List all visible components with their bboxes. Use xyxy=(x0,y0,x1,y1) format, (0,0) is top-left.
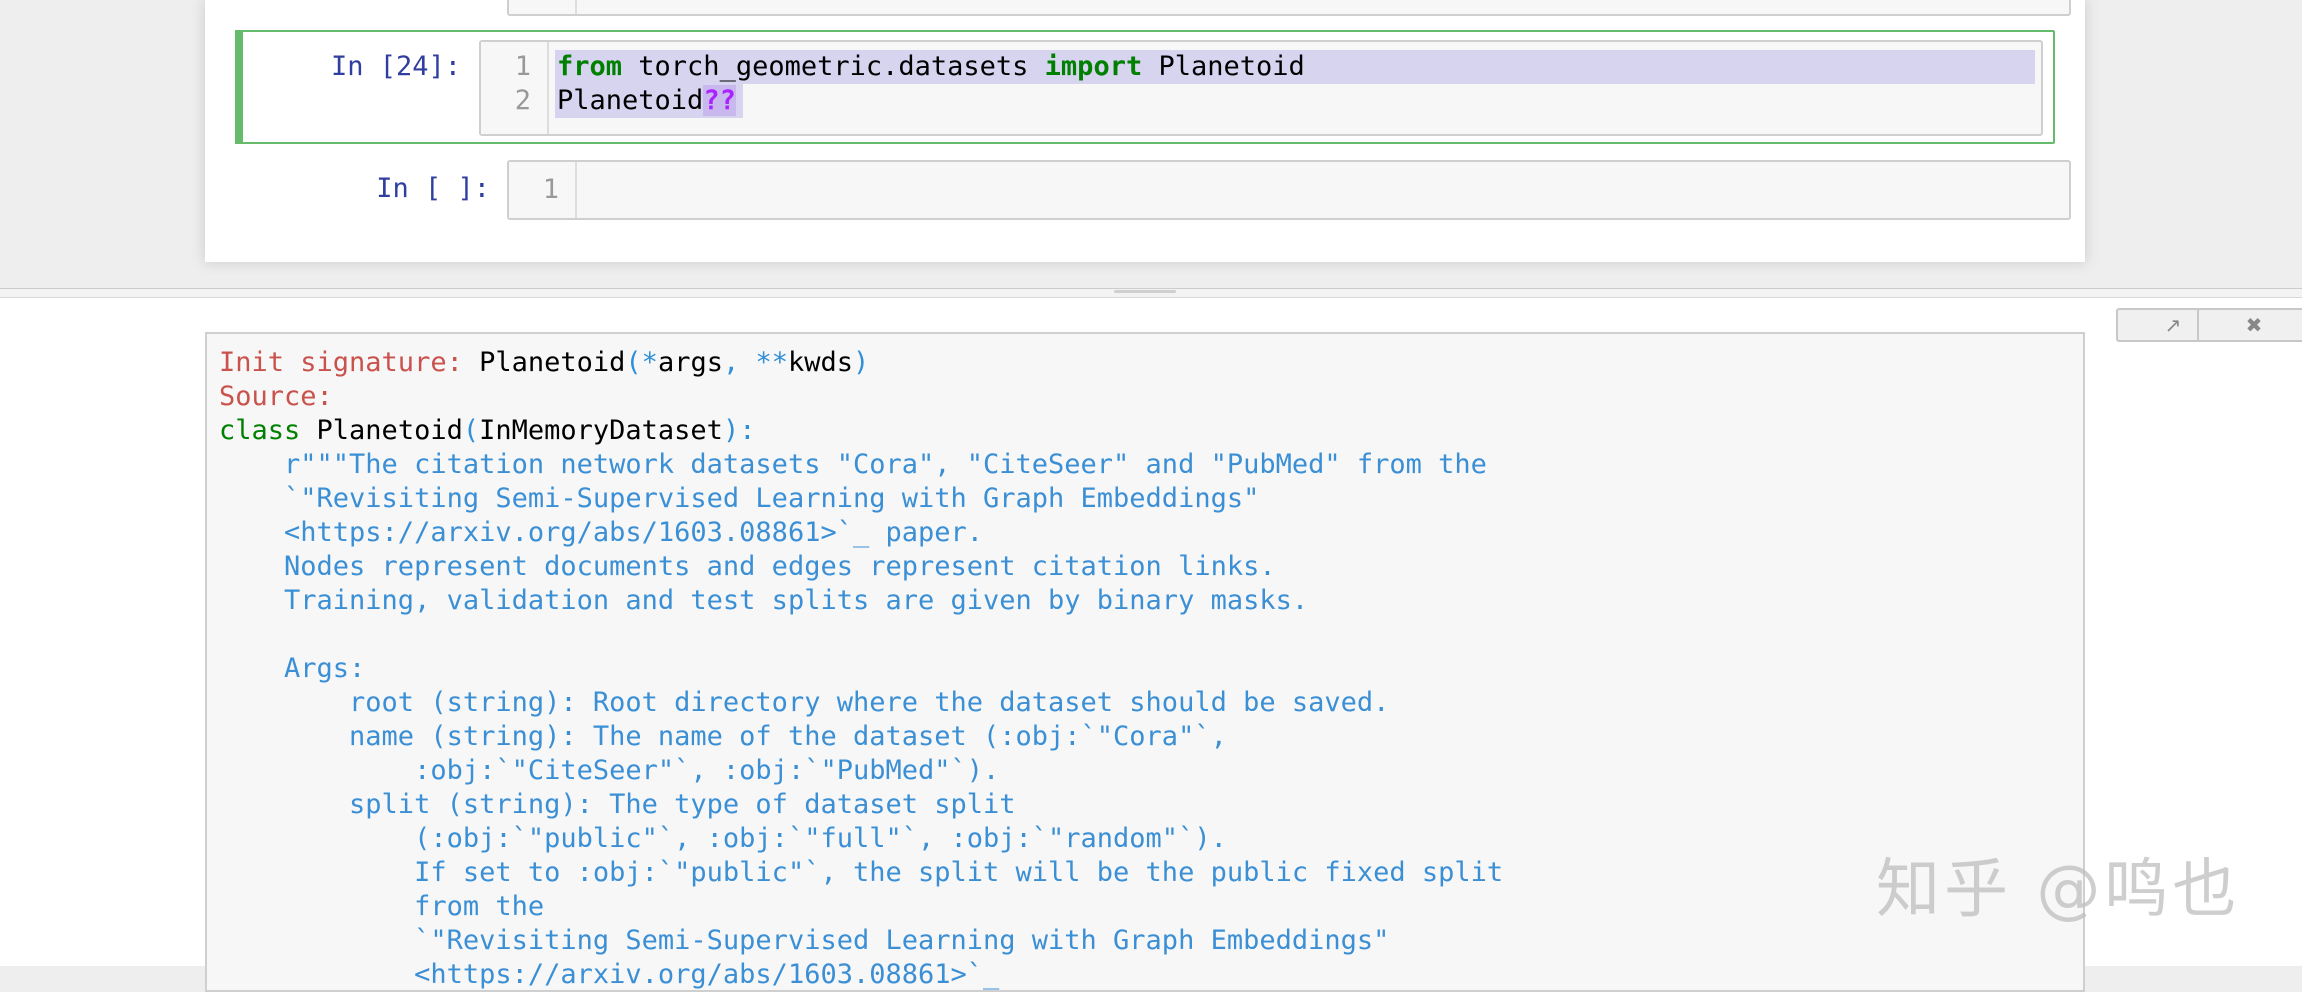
paren: ( xyxy=(462,415,480,446)
docstring-line: <https://arxiv.org/abs/1603.08861>`_ xyxy=(219,959,1000,990)
code-editor[interactable]: 1 2 from torch_geometric.datasets import… xyxy=(479,40,2043,136)
docstring-line: split (string): The type of dataset spli… xyxy=(219,789,1016,820)
init-signature-label: Init signature: xyxy=(219,347,463,378)
star-operator: * xyxy=(641,347,658,378)
keyword-import: import xyxy=(1044,51,1143,82)
docstring-line: :obj:`"CiteSeer"`, :obj:`"PubMed"`). xyxy=(219,755,1000,786)
keyword-from: from xyxy=(557,51,623,82)
class-keyword: class xyxy=(219,415,301,446)
docstring-line: Nodes represent documents and edges repr… xyxy=(219,551,1276,582)
watermark: 知乎 @鸣也 xyxy=(1876,853,2241,927)
comma: , xyxy=(722,347,756,378)
pager-resize-handle[interactable] xyxy=(1114,290,1176,293)
code-line-1: from torch_geometric.datasets import Pla… xyxy=(557,50,1305,84)
source-label: Source: xyxy=(219,381,333,412)
cell-prompt: In [24]: xyxy=(330,51,461,82)
line-gutter xyxy=(509,0,577,14)
paren: ): xyxy=(722,415,756,446)
cell-selection-bar xyxy=(235,30,243,144)
docstring-line: name (string): The name of the dataset (… xyxy=(219,721,1227,752)
code-editor[interactable]: 1 xyxy=(507,160,2071,220)
signature-name: Planetoid xyxy=(462,347,626,378)
object-name: Planetoid xyxy=(557,85,704,116)
docstring-line: Training, validation and test splits are… xyxy=(219,585,1309,616)
pager-content: Init signature: Planetoid(*args, **kwds)… xyxy=(205,332,2085,992)
pager-close-button[interactable]: ✖ xyxy=(2197,308,2302,342)
double-star-operator: ** xyxy=(755,347,788,378)
module-path: torch_geometric.datasets xyxy=(622,51,1045,82)
base-class: InMemoryDataset xyxy=(479,415,723,446)
docstring-line: (:obj:`"public"`, :obj:`"full"`, :obj:`"… xyxy=(219,823,1227,854)
docstring-line: If set to :obj:`"public"`, the split wil… xyxy=(219,857,1504,888)
code-line-2: Planetoid?? xyxy=(557,84,736,118)
previous-cell-editor[interactable] xyxy=(507,0,2071,16)
param-kwds: kwds xyxy=(788,347,854,378)
external-open-icon: ↗ xyxy=(2164,313,2182,337)
docstring-line: r"""The citation network datasets "Cora"… xyxy=(219,449,1487,480)
notebook-container: In [24]: 1 2 from torch_geometric.datase… xyxy=(205,0,2085,262)
line-number: 1 xyxy=(542,174,559,205)
notebook-area: In [24]: 1 2 from torch_geometric.datase… xyxy=(0,0,2302,288)
docstring-line: root (string): Root directory where the … xyxy=(219,687,1390,718)
line-gutter: 1 2 xyxy=(481,42,549,134)
docstring-line: <https://arxiv.org/abs/1603.08861>`_ pap… xyxy=(219,517,984,548)
param-args: args xyxy=(657,347,723,378)
paren: ( xyxy=(625,347,642,378)
empty-code-cell[interactable]: In [ ]: 1 xyxy=(235,160,2071,220)
docstring-line: from the xyxy=(219,891,545,922)
close-icon: ✖ xyxy=(2245,313,2263,337)
class-definition-line: class Planetoid(InMemoryDataset): xyxy=(219,414,755,448)
selected-code-cell[interactable]: In [24]: 1 2 from torch_geometric.datase… xyxy=(235,30,2055,144)
help-operator: ?? xyxy=(703,85,736,116)
cell-prompt: In [ ]: xyxy=(376,173,490,204)
paren: ) xyxy=(853,347,870,378)
class-name: Planetoid xyxy=(300,415,463,446)
docstring-line: `"Revisiting Semi-Supervised Learning wi… xyxy=(219,925,1390,956)
line-number: 2 xyxy=(514,85,531,116)
docstring-line: Args: xyxy=(219,653,366,684)
line-gutter: 1 xyxy=(509,162,577,218)
line-number: 1 xyxy=(514,51,531,82)
docstring-line: `"Revisiting Semi-Supervised Learning wi… xyxy=(219,483,1260,514)
init-signature-line: Init signature: Planetoid(*args, **kwds) xyxy=(219,346,869,380)
previous-cell[interactable] xyxy=(235,0,2071,16)
imported-name: Planetoid xyxy=(1142,51,1305,82)
